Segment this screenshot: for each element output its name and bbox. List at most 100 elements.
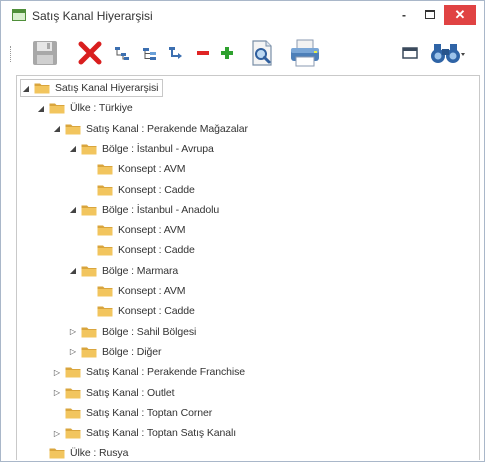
tree-node[interactable]: ◢ Bölge : Marmara bbox=[68, 262, 178, 280]
expanded-triangle-icon[interactable]: ◢ bbox=[68, 266, 78, 276]
tree-node-label: Konsept : Cadde bbox=[118, 305, 195, 318]
save-button[interactable] bbox=[29, 39, 61, 67]
folder-icon bbox=[81, 265, 97, 277]
folder-icon bbox=[97, 184, 113, 196]
expanded-triangle-icon[interactable]: ◢ bbox=[36, 103, 46, 113]
window-title: Satış Kanal Hiyerarşisi bbox=[32, 9, 153, 23]
expanded-triangle-icon[interactable]: ◢ bbox=[68, 205, 78, 215]
collapsed-triangle-icon[interactable]: ▷ bbox=[52, 428, 62, 438]
folder-icon bbox=[97, 305, 113, 317]
collapsed-triangle-icon[interactable]: ▷ bbox=[52, 388, 62, 398]
tree-node-label: Satış Kanal : Perakende Franchise bbox=[86, 366, 245, 379]
tree-node-label: Satış Kanal : Toptan Satış Kanalı bbox=[86, 427, 237, 440]
preview-button[interactable] bbox=[247, 39, 277, 67]
red-x-icon bbox=[78, 41, 102, 65]
folder-icon bbox=[97, 163, 113, 175]
tree-node[interactable]: ◢ Ülke : Türkiye bbox=[36, 99, 133, 117]
minimize-button[interactable]: - bbox=[393, 5, 415, 25]
folder-icon bbox=[97, 244, 113, 256]
indent-tree-button[interactable] bbox=[111, 39, 133, 67]
folder-icon bbox=[97, 224, 113, 236]
find-button[interactable] bbox=[427, 39, 467, 67]
tree-node[interactable]: ▷ Bölge : Diğer bbox=[68, 343, 162, 361]
folder-icon bbox=[81, 346, 97, 358]
title-bar[interactable]: Satış Kanal Hiyerarşisi - ✕ bbox=[1, 1, 484, 31]
tree-node-label: Bölge : İstanbul - Anadolu bbox=[102, 203, 220, 216]
folder-icon bbox=[49, 447, 65, 459]
collapsed-triangle-icon[interactable]: ▷ bbox=[68, 327, 78, 337]
document-search-icon bbox=[252, 40, 272, 66]
tree-node-label: Ülke : Rusya bbox=[70, 447, 129, 460]
folder-icon bbox=[65, 427, 81, 439]
tree-node[interactable]: Konsept : AVM bbox=[84, 160, 185, 178]
tree-node[interactable]: Ülke : Rusya bbox=[36, 444, 128, 460]
tree-node[interactable]: Konsept : AVM bbox=[84, 282, 185, 300]
tree-node[interactable]: ◢ Bölge : İstanbul - Anadolu bbox=[68, 201, 219, 219]
tree-node[interactable]: Satış Kanal : Toptan Corner bbox=[52, 404, 212, 422]
folder-icon bbox=[81, 143, 97, 155]
folder-icon bbox=[34, 82, 50, 94]
hierarchy-tree[interactable]: ◢ Satış Kanal Hiyerarşisi ◢ Ülke : Türkiye ◢… bbox=[16, 75, 480, 460]
maximize-icon bbox=[425, 10, 435, 19]
remove-button[interactable] bbox=[193, 39, 213, 67]
tree-node-label: Bölge : Diğer bbox=[102, 345, 162, 358]
tree-node[interactable]: ▷ Bölge : Sahil Bölgesi bbox=[68, 323, 196, 341]
tree-node[interactable]: ◢ Satış Kanal Hiyerarşisi bbox=[20, 79, 164, 97]
expanded-triangle-icon[interactable]: ◢ bbox=[52, 124, 62, 134]
tree-node[interactable]: Konsept : Cadde bbox=[84, 241, 195, 259]
tree-node-label: Konsept : AVM bbox=[118, 224, 186, 237]
tree-expand-button[interactable] bbox=[139, 39, 161, 67]
binoculars-icon bbox=[431, 44, 465, 63]
tree-node[interactable]: ▷ Satış Kanal : Perakende Franchise bbox=[52, 363, 245, 381]
tree-node[interactable]: ◢ Bölge : İstanbul - Avrupa bbox=[68, 140, 214, 158]
folder-icon bbox=[65, 387, 81, 399]
floppy-disk-icon bbox=[33, 41, 57, 65]
tree-node-label: Ülke : Türkiye bbox=[70, 102, 133, 115]
app-window-icon bbox=[12, 9, 26, 21]
tree-node-label: Satış Kanal Hiyerarşisi bbox=[55, 82, 159, 94]
delete-button[interactable] bbox=[75, 39, 105, 67]
expanded-triangle-icon[interactable]: ◢ bbox=[21, 83, 31, 93]
tree-node-label: Satış Kanal : Toptan Corner bbox=[86, 406, 213, 419]
folder-icon bbox=[49, 102, 65, 114]
collapsed-triangle-icon[interactable]: ▷ bbox=[52, 367, 62, 377]
folder-icon bbox=[81, 204, 97, 216]
folder-icon bbox=[65, 407, 81, 419]
print-button[interactable] bbox=[287, 39, 323, 67]
folder-icon bbox=[65, 123, 81, 135]
tree-node-label: Konsept : Cadde bbox=[118, 183, 195, 196]
add-button[interactable] bbox=[217, 39, 237, 67]
maximize-button[interactable] bbox=[419, 5, 441, 25]
window-view-button[interactable] bbox=[399, 39, 421, 67]
tree-node-label: Bölge : İstanbul - Avrupa bbox=[102, 142, 214, 155]
tree-branch-icon bbox=[143, 48, 156, 60]
tree-node[interactable]: ▷ Satış Kanal : Toptan Satış Kanalı bbox=[52, 424, 236, 442]
close-button[interactable]: ✕ bbox=[444, 5, 476, 25]
tree-node-label: Bölge : Sahil Bölgesi bbox=[102, 325, 197, 338]
collapsed-triangle-icon[interactable]: ▷ bbox=[68, 347, 78, 357]
expanded-triangle-icon[interactable]: ◢ bbox=[68, 144, 78, 154]
move-down-button[interactable] bbox=[165, 39, 187, 67]
tree-node[interactable]: Konsept : Cadde bbox=[84, 302, 195, 320]
folder-icon bbox=[65, 366, 81, 378]
tree-node-label: Konsept : Cadde bbox=[118, 244, 195, 257]
folder-icon bbox=[97, 285, 113, 297]
tree-node[interactable]: Konsept : AVM bbox=[84, 221, 185, 239]
printer-icon bbox=[291, 39, 319, 67]
tree-node-label: Bölge : Marmara bbox=[102, 264, 179, 277]
tree-node[interactable]: Konsept : Cadde bbox=[84, 181, 195, 199]
app-window: Satış Kanal Hiyerarşisi - ✕ ◢ Satış Kana… bbox=[0, 0, 485, 462]
toolbar-grip[interactable] bbox=[10, 46, 13, 62]
tree-node-label: Konsept : AVM bbox=[118, 285, 186, 297]
tree-node[interactable]: ▷ Satış Kanal : Outlet bbox=[52, 384, 175, 402]
tree-node-label: Konsept : AVM bbox=[118, 163, 186, 176]
tree-node-label: Satış Kanal : Perakende Mağazalar bbox=[86, 122, 248, 135]
tree-node[interactable]: ◢ Satış Kanal : Perakende Mağazalar bbox=[52, 120, 248, 138]
